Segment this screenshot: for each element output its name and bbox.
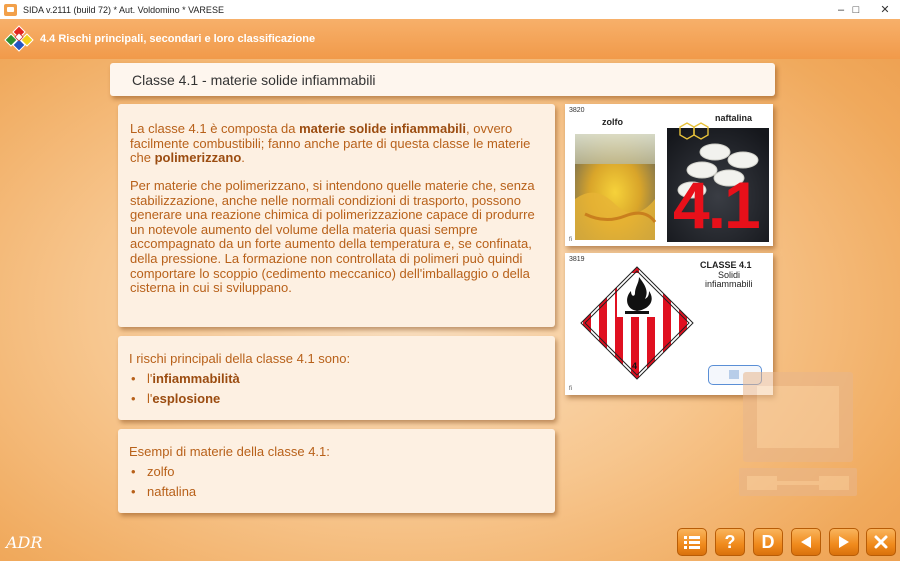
list-item: • zolfo [131, 464, 175, 479]
back-button[interactable] [791, 528, 821, 556]
d-button[interactable]: D [753, 528, 783, 556]
window-title: SIDA v.2111 (build 72) * Aut. Voldomino … [23, 4, 224, 15]
adr-label: ADR [6, 533, 43, 552]
help-button[interactable]: ? [715, 528, 745, 556]
description-paragraph-1: La classe 4.1 è composta da materie soli… [130, 121, 531, 166]
list-icon [684, 536, 700, 549]
list-item: • naftalina [131, 484, 197, 499]
card-mark: fi [569, 237, 572, 243]
risks-box: I rischi principali della classe 4.1 son… [118, 336, 555, 420]
forward-button[interactable] [829, 528, 859, 556]
label-zolfo: zolfo [602, 117, 623, 127]
d-label: D [761, 531, 775, 552]
question-icon: ? [724, 531, 736, 552]
app-icon [4, 3, 17, 16]
card-mark: fi [569, 386, 572, 392]
materials-image-card[interactable]: 3820 zolfo naftalina 4.1 fi [565, 104, 773, 246]
risks-heading: I rischi principali della classe 4.1 son… [129, 351, 351, 366]
placard-class-number: 4 [632, 361, 638, 371]
description-paragraph-2: Per materie che polimerizzano, si intend… [130, 178, 535, 296]
arrow-right-icon [839, 536, 849, 548]
topic-title-box: Classe 4.1 - materie solide infiammabili [110, 63, 775, 96]
examples-box: Esempi di materie della classe 4.1: • zol… [118, 429, 555, 513]
arrow-left-icon [801, 536, 811, 548]
placard-subtitle-line2: infiammabili [705, 279, 753, 289]
header-bar: 4.4 Rischi principali, secondari e loro … [0, 19, 900, 59]
hazard-diamonds-logo-icon [4, 25, 34, 52]
section-title: 4.4 Rischi principali, secondari e loro … [40, 33, 316, 45]
menu-button[interactable] [677, 528, 707, 556]
app-window: SIDA v.2111 (build 72) * Aut. Voldomino … [0, 0, 900, 561]
monitor-watermark-icon [739, 372, 857, 496]
placard-class-label: CLASSE 4.1 [700, 260, 752, 270]
description-box: La classe 4.1 è composta da materie soli… [118, 104, 555, 327]
title-bar: SIDA v.2111 (build 72) * Aut. Voldomino … [0, 0, 900, 19]
topic-title: Classe 4.1 - materie solide infiammabili [132, 72, 376, 88]
class-number-label: 4.1 [673, 168, 761, 242]
maximize-icon[interactable]: □ [841, 0, 871, 19]
close-icon[interactable]: ✕ [870, 0, 900, 19]
exit-button[interactable] [866, 528, 896, 556]
list-item: • l'esplosione [131, 391, 221, 406]
label-naftalina: naftalina [715, 113, 753, 123]
examples-heading: Esempi di materie della classe 4.1: [129, 444, 330, 459]
list-item: • l'infiammabilità [131, 371, 240, 386]
x-icon [874, 535, 888, 549]
